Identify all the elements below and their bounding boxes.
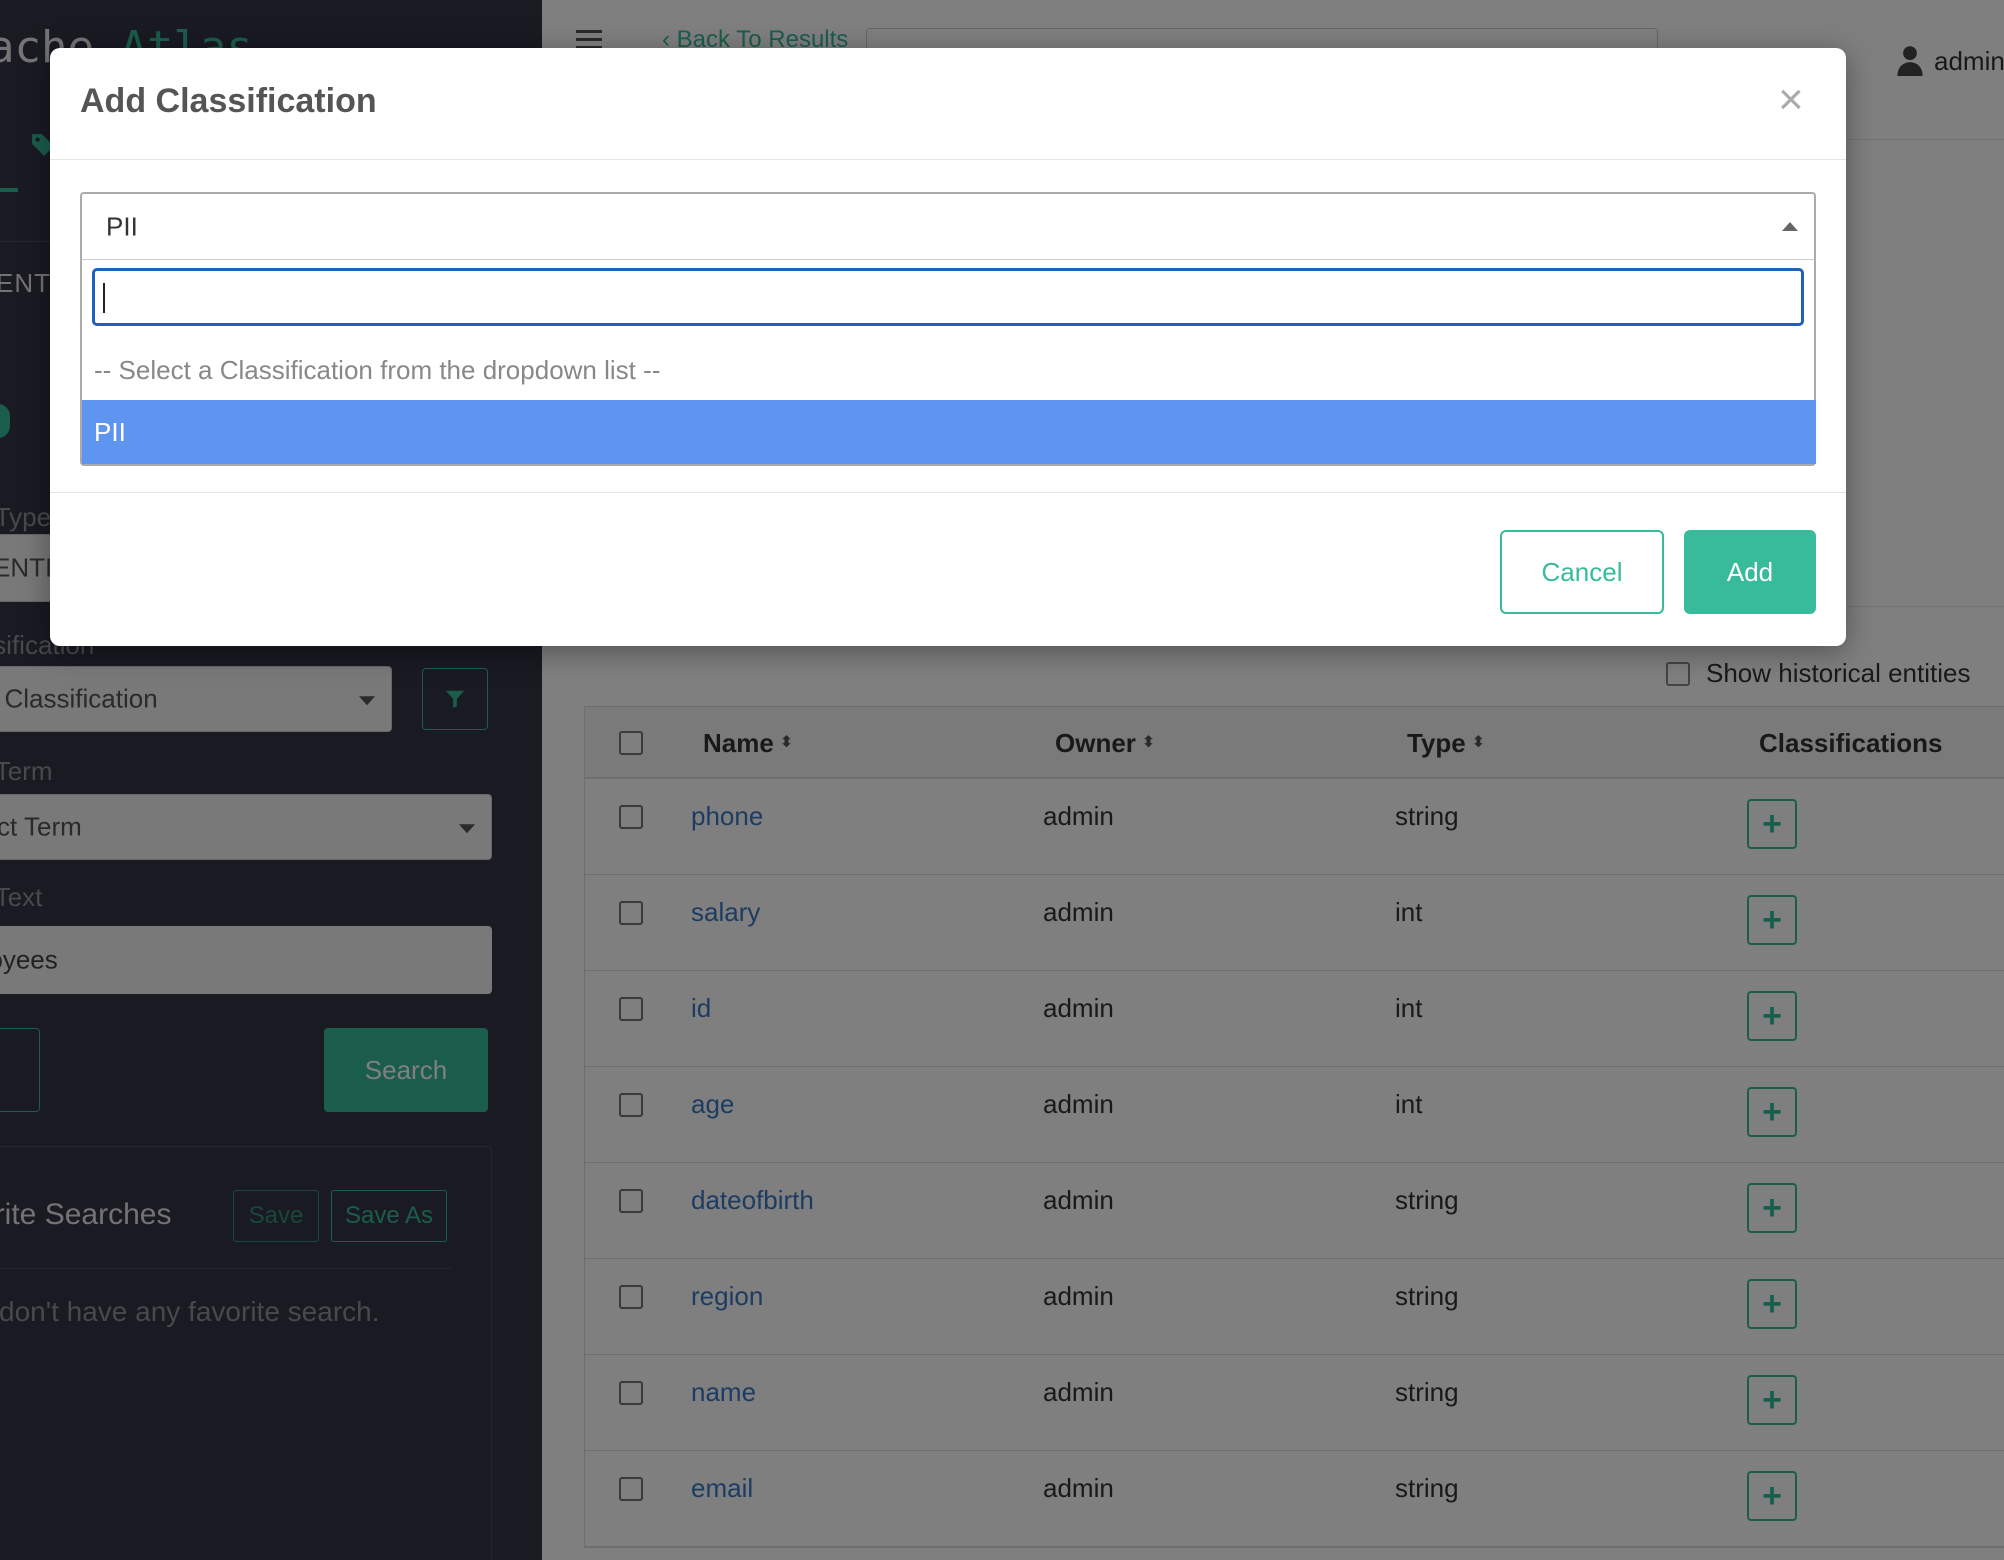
classification-dropdown-list: -- Select a Classification from the drop… — [80, 260, 1816, 466]
classification-selected-value: PII — [106, 211, 138, 241]
add-button[interactable]: Add — [1684, 530, 1816, 614]
dropdown-search-input[interactable] — [92, 268, 1804, 326]
dropdown-placeholder-option[interactable]: -- Select a Classification from the drop… — [82, 338, 1816, 402]
dropdown-option-pii[interactable]: PII — [82, 400, 1816, 464]
add-classification-modal: Add Classification × PII -- Select a Cla… — [50, 48, 1846, 646]
chevron-up-icon — [1782, 222, 1798, 231]
modal-footer-divider — [50, 492, 1846, 493]
classification-dropdown[interactable]: PII — [80, 192, 1816, 260]
modal-title: Add Classification — [80, 82, 377, 120]
text-cursor — [103, 283, 105, 313]
modal-header: Add Classification × — [50, 48, 1846, 160]
close-icon[interactable]: × — [1778, 78, 1804, 122]
cancel-button[interactable]: Cancel — [1500, 530, 1664, 614]
